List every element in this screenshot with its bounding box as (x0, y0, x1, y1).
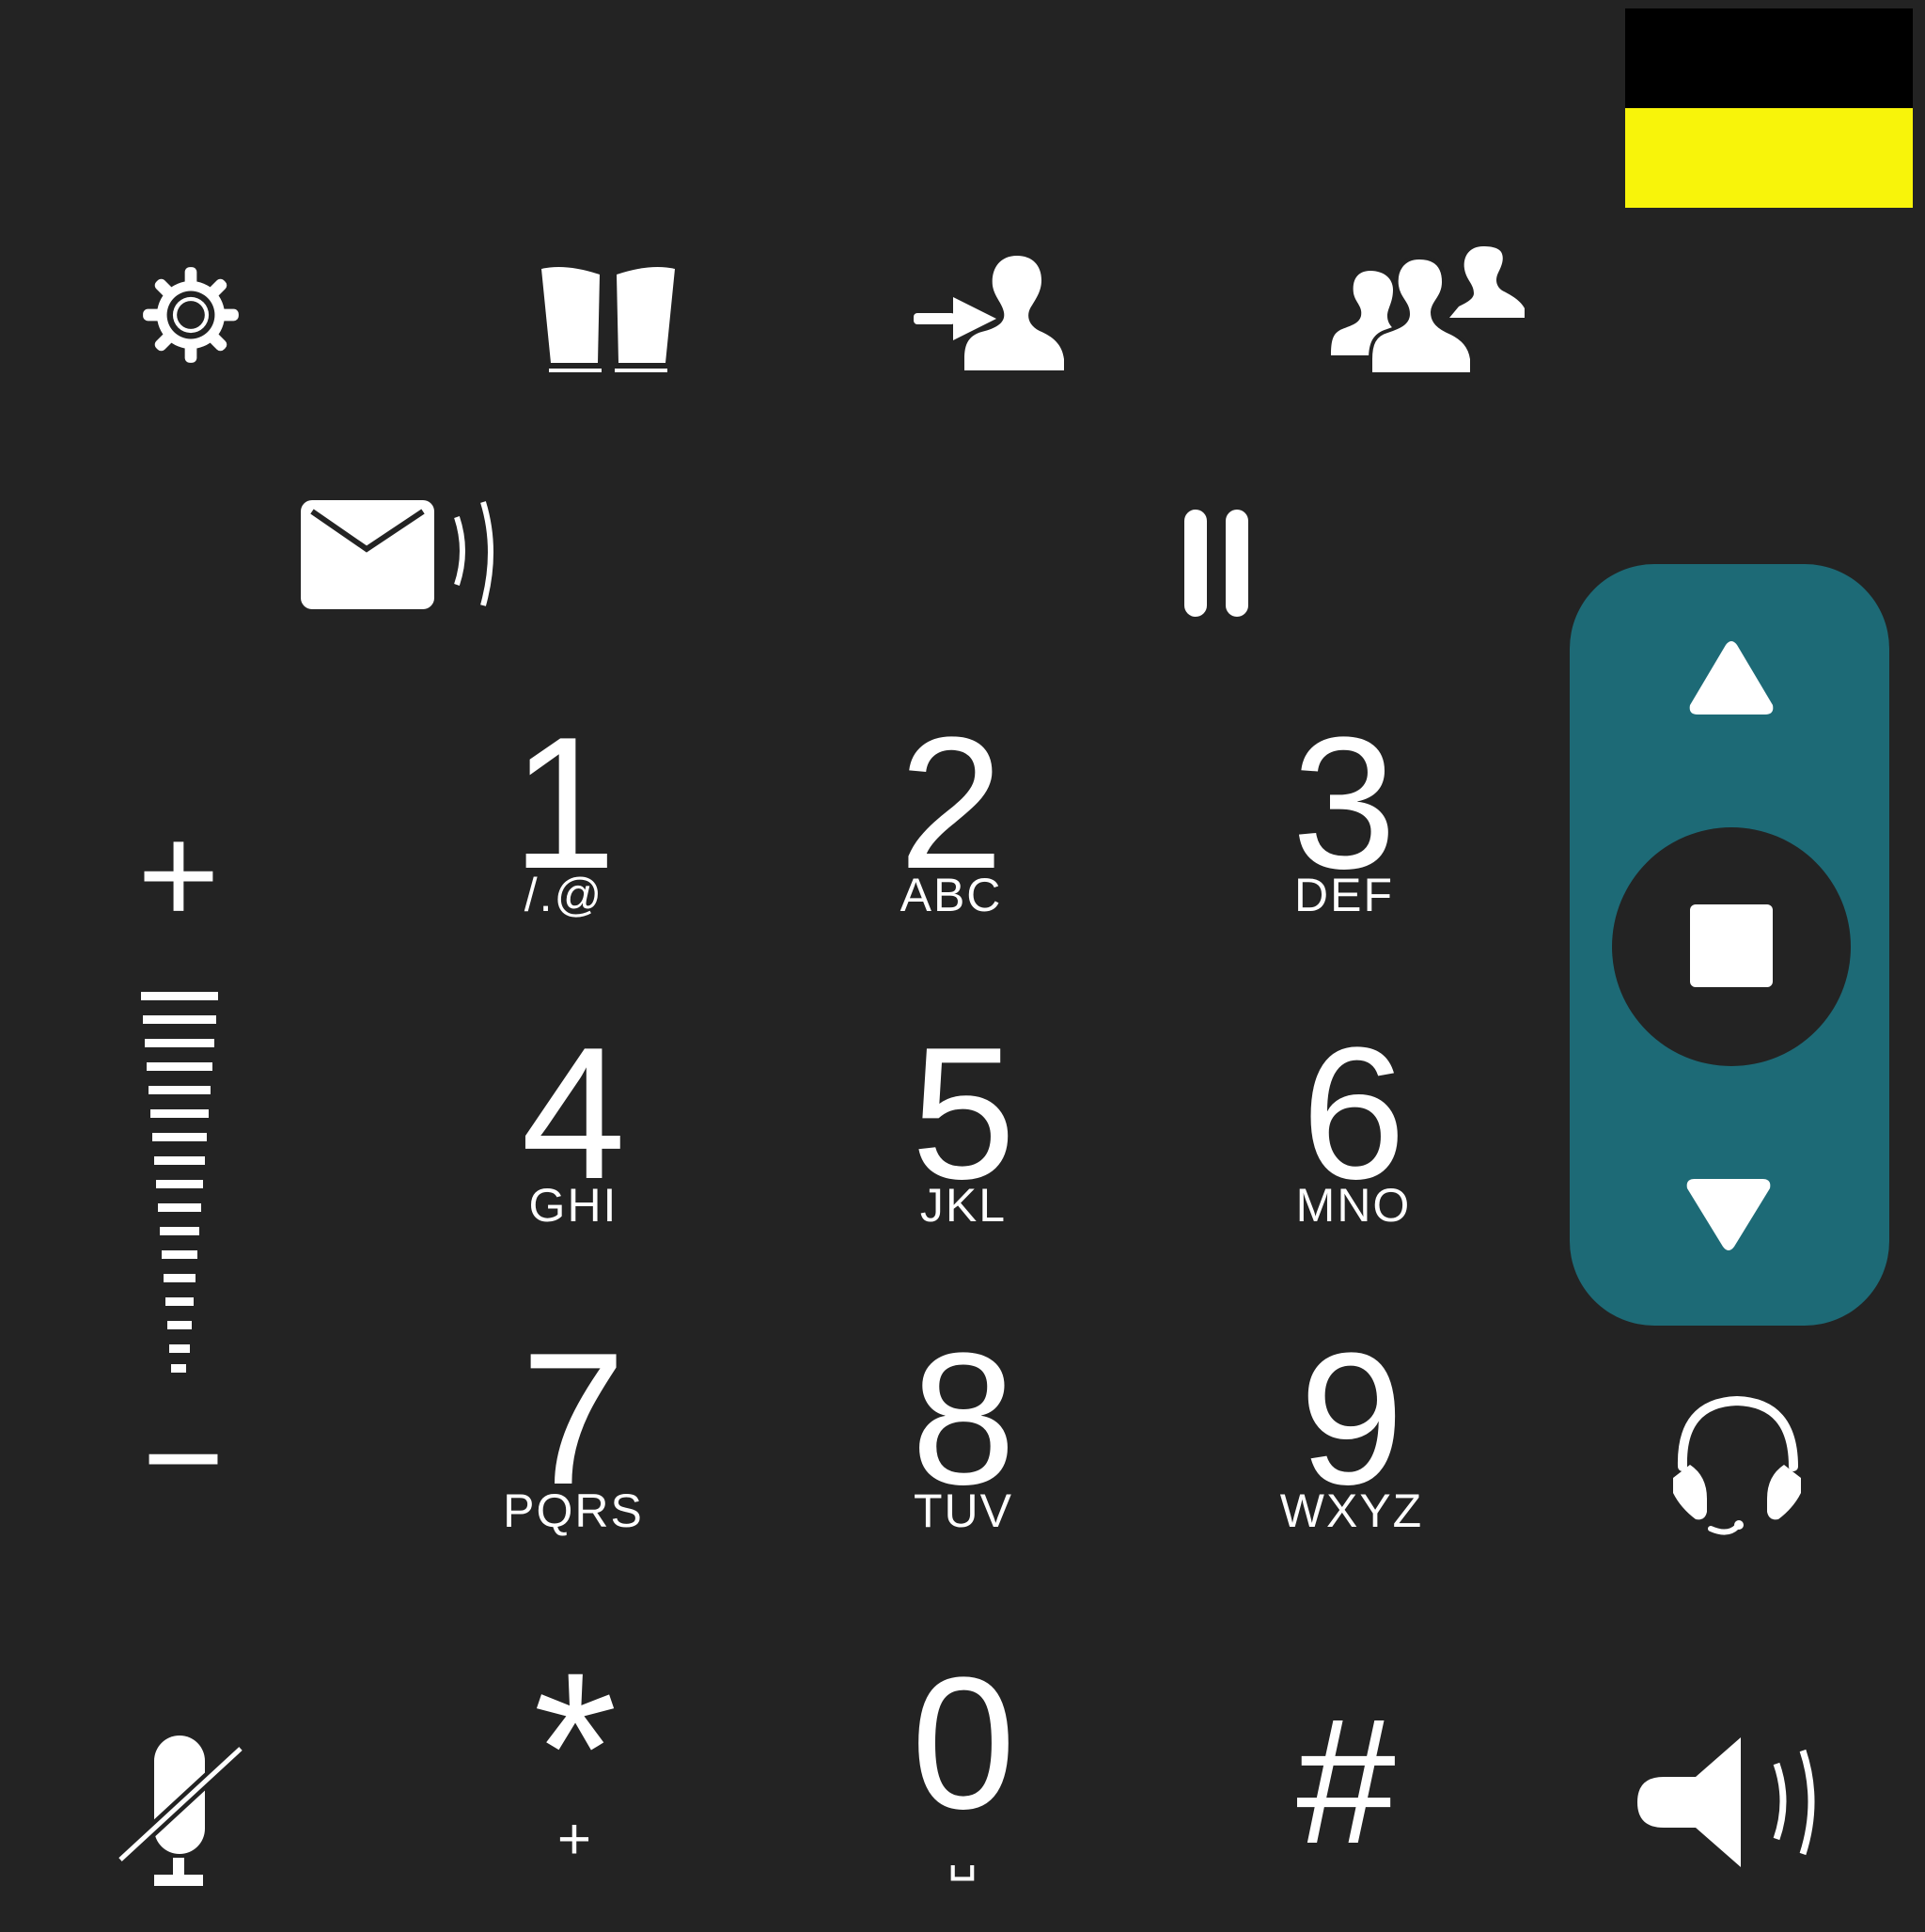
key-8[interactable]: 8 TUV (822, 1326, 1104, 1570)
key-hash[interactable]: # (1205, 1688, 1487, 1932)
key-5-letters: JKL (919, 1179, 1008, 1232)
key-1[interactable]: 1 /.@ (423, 710, 705, 954)
key-7-letters: PQRS (503, 1484, 644, 1537)
arrow-down-icon[interactable] (1685, 1177, 1772, 1252)
key-3[interactable]: 3 DEF (1203, 710, 1485, 954)
key-9-letters: WXYZ (1279, 1484, 1424, 1537)
key-6[interactable]: 6 MNO (1213, 1020, 1495, 1264)
key-3-letters: DEF (1294, 869, 1394, 921)
voicemail-icon[interactable] (299, 498, 498, 609)
key-hash-digit: # (1296, 1682, 1396, 1881)
key-0-letters: ␣ (947, 1828, 979, 1880)
hold-icon[interactable] (1182, 508, 1250, 619)
key-2[interactable]: 2 ABC (810, 710, 1092, 954)
arrow-up-icon[interactable] (1688, 639, 1775, 716)
call-transfer-icon[interactable] (912, 254, 1068, 376)
key-8-letters: TUV (914, 1484, 1013, 1537)
flag-bottom-stripe (1625, 108, 1913, 208)
conference-icon[interactable] (1325, 243, 1528, 380)
key-2-letters: ABC (900, 869, 1003, 921)
key-0-digit: 0 (911, 1639, 1016, 1848)
key-0[interactable]: 0 ␣ (822, 1650, 1104, 1894)
stop-icon[interactable] (1688, 903, 1775, 989)
phonebook-icon[interactable] (538, 265, 679, 378)
flag-top-stripe (1625, 8, 1913, 108)
key-4[interactable]: 4 GHI (432, 1020, 714, 1264)
gear-icon[interactable] (141, 265, 241, 365)
volume-up-button[interactable]: + (122, 804, 235, 945)
key-5[interactable]: 5 JKL (822, 1020, 1104, 1264)
key-star-letters: + (556, 1807, 594, 1872)
volume-down-button[interactable]: − (122, 1387, 244, 1528)
key-7[interactable]: 7 PQRS (432, 1326, 714, 1570)
key-star[interactable]: * + (434, 1641, 716, 1899)
volume-level-bars[interactable] (132, 992, 226, 1373)
headset-icon[interactable] (1669, 1395, 1805, 1542)
key-1-letters: /.@ (524, 869, 604, 921)
mute-microphone-icon[interactable] (117, 1730, 244, 1892)
key-9[interactable]: 9 WXYZ (1211, 1326, 1493, 1570)
key-6-letters: MNO (1295, 1179, 1412, 1232)
key-4-letters: GHI (528, 1179, 618, 1232)
speaker-icon[interactable] (1635, 1736, 1823, 1869)
